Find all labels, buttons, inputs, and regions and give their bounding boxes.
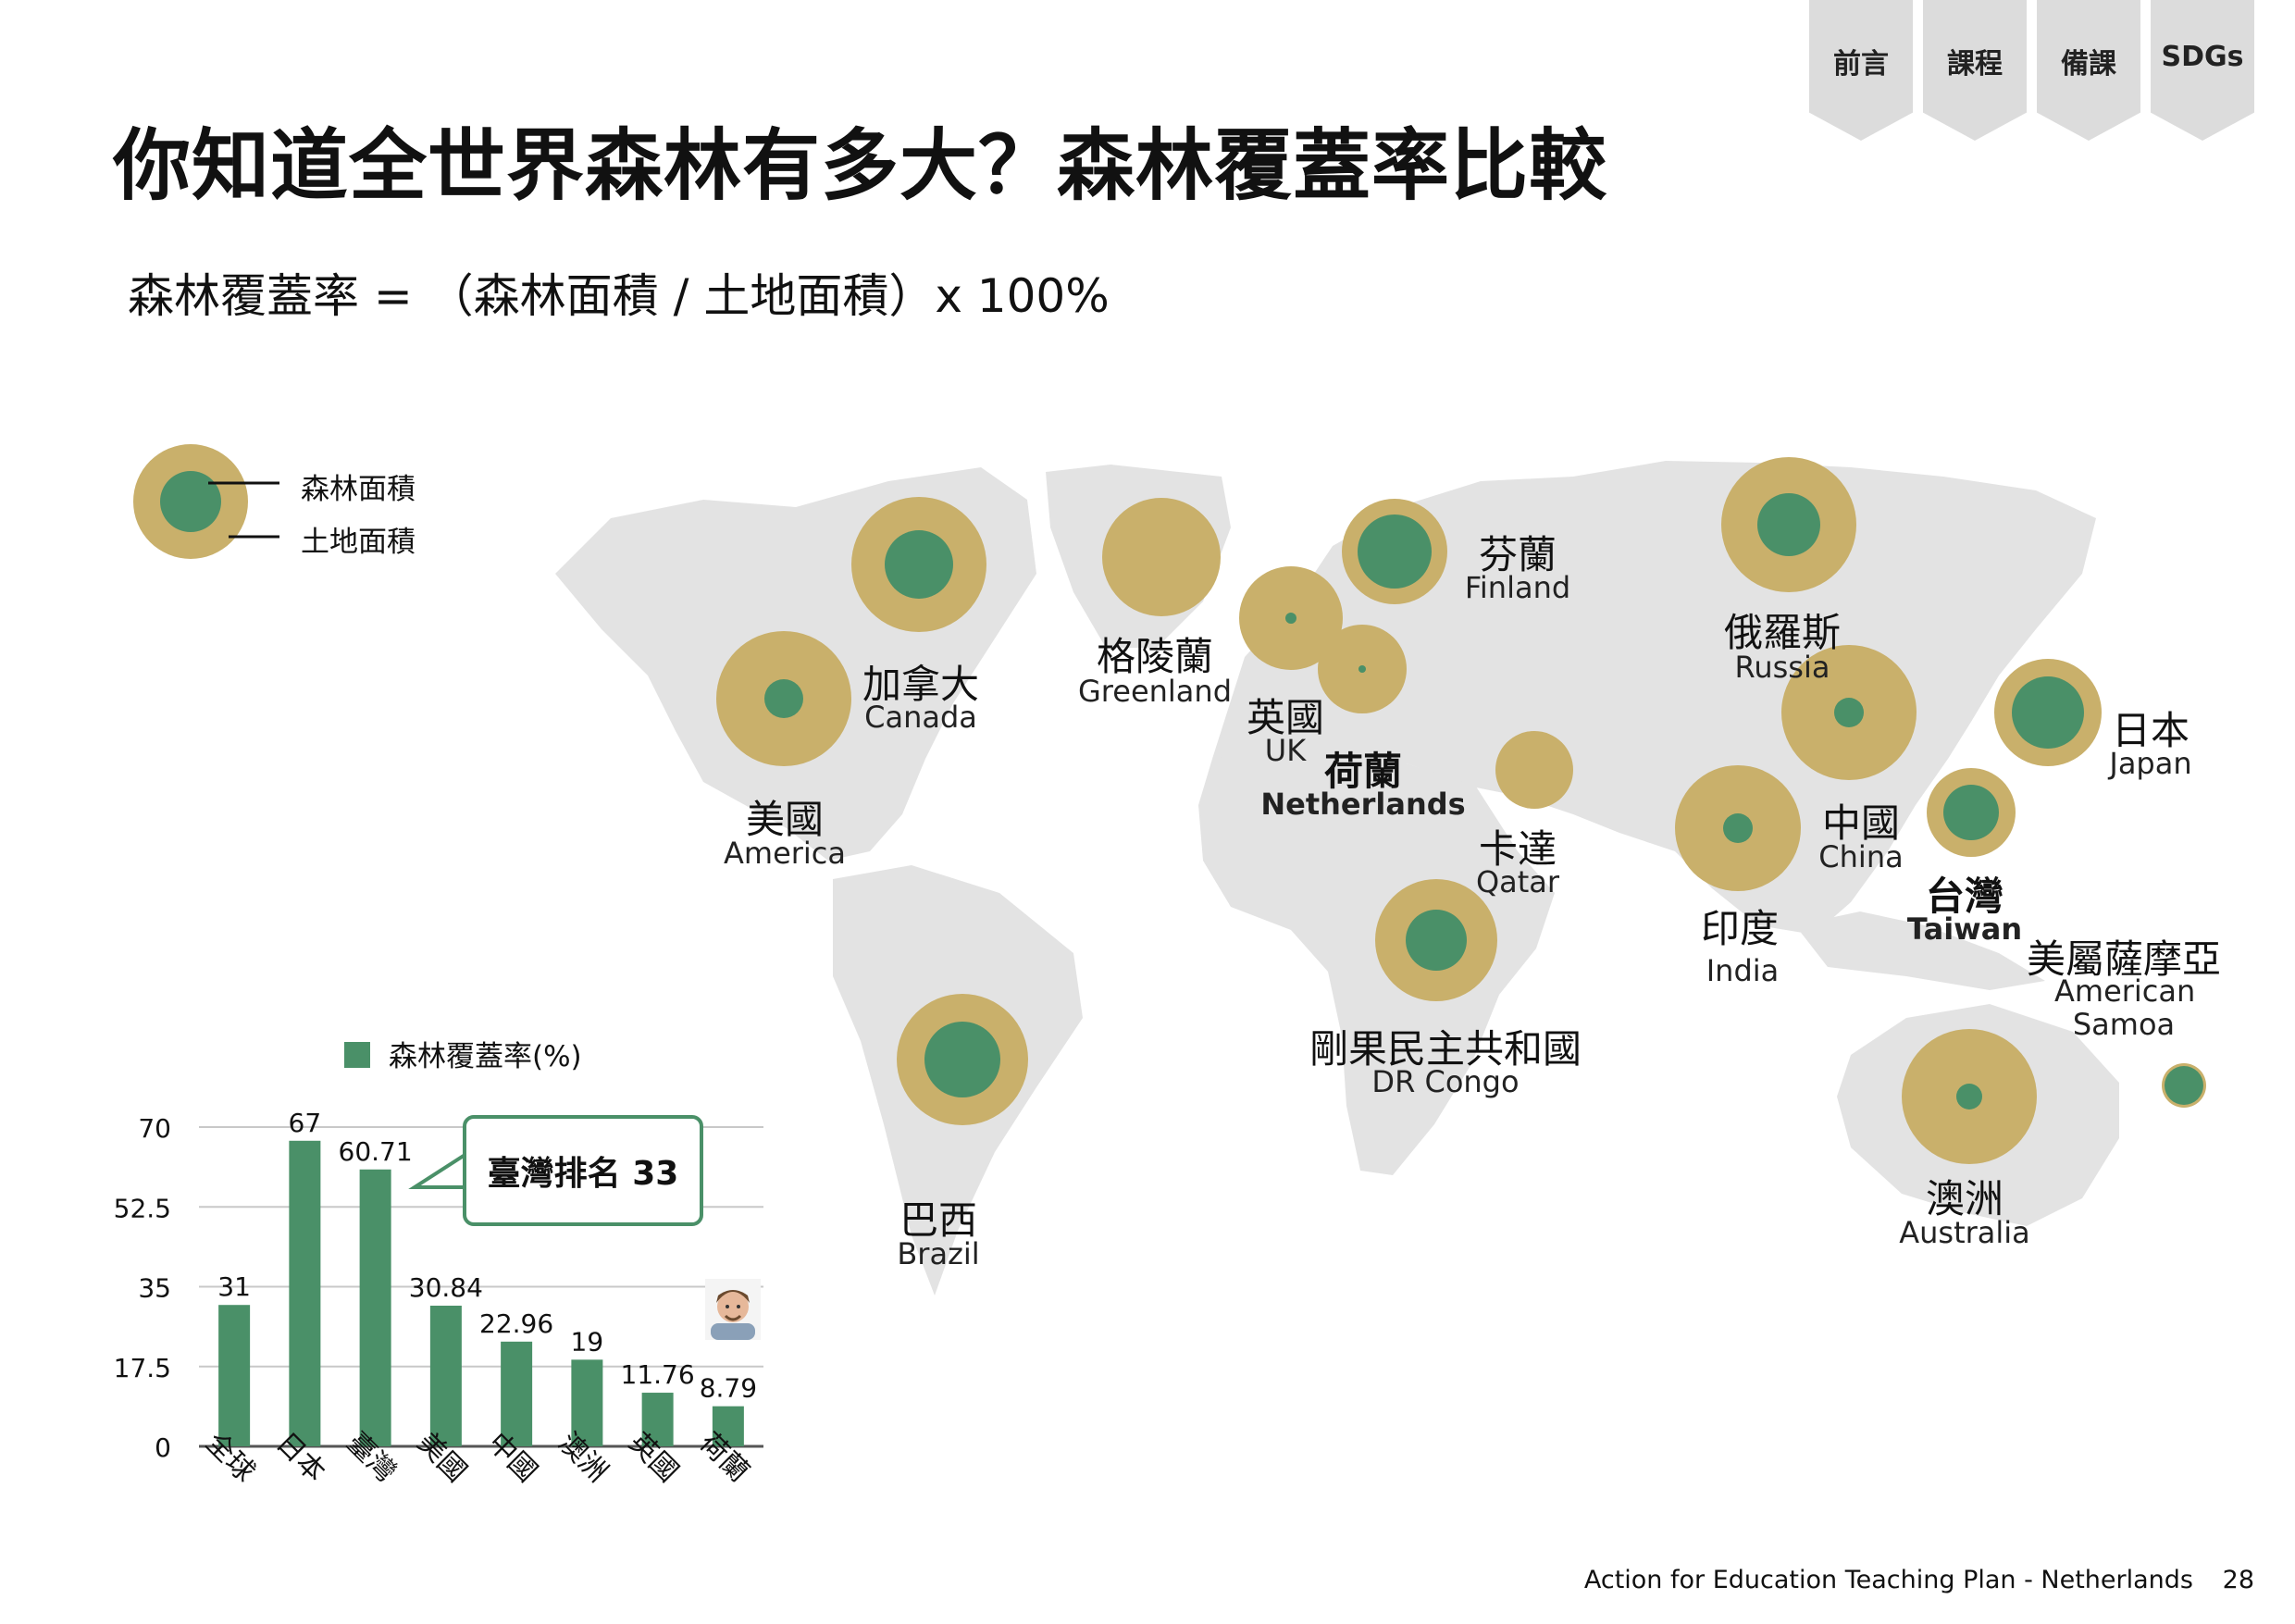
chart-bar [359,1169,391,1446]
chart-legend-label: 森林覆蓋率(%) [389,1040,582,1073]
chart-x-tick-label: 荷蘭 [693,1426,755,1488]
chart-bar [218,1305,251,1446]
chart-bar [429,1306,462,1446]
chart-data-label: 19 [571,1326,604,1357]
chart-x-tick-label: 中國 [481,1426,543,1488]
chart-x-tick-label: 日本 [269,1426,331,1488]
chart-x-tick-label: 美國 [411,1426,473,1488]
chart-data-label: 11.76 [621,1359,695,1390]
chart-x-tick-label: 臺灣 [341,1426,403,1488]
chart-y-tick-label: 70 [138,1113,171,1144]
chart-data-label: 8.79 [700,1373,757,1404]
chart-x-tick-label: 全球 [199,1426,261,1488]
taiwan-rank-callout: 臺灣排名 33 [463,1115,703,1226]
footer-text: Action for Education Teaching Plan - Net… [1583,1566,2193,1594]
chart-bar [289,1140,321,1446]
chart-x-tick-label: 英國 [623,1426,685,1488]
chart-y-tick-label: 52.5 [114,1193,171,1223]
forest-coverage-bar-chart: 森林覆蓋率(%) 0 17.5 35 52.5 70 31 全球 67 日本 60.71 臺灣 30.… [114,1040,763,1489]
chart-x-tick-label: 澳洲 [552,1426,614,1488]
taiwan-rank-text: 臺灣排名 33 [487,1155,679,1193]
chart-y-tick-label: 35 [138,1273,171,1304]
page-number: 28 [2222,1566,2254,1594]
chart-data-label: 67 [289,1108,322,1138]
chart-data-label: 60.71 [339,1136,413,1167]
chart-legend-swatch [344,1042,370,1068]
chart-data-label: 31 [217,1271,251,1302]
chart-data-label: 30.84 [409,1272,483,1303]
avatar [705,1279,761,1340]
chart-y-tick-label: 0 [155,1432,171,1463]
chart-y-tick-label: 17.5 [114,1353,171,1383]
chart-data-label: 22.96 [479,1308,553,1339]
